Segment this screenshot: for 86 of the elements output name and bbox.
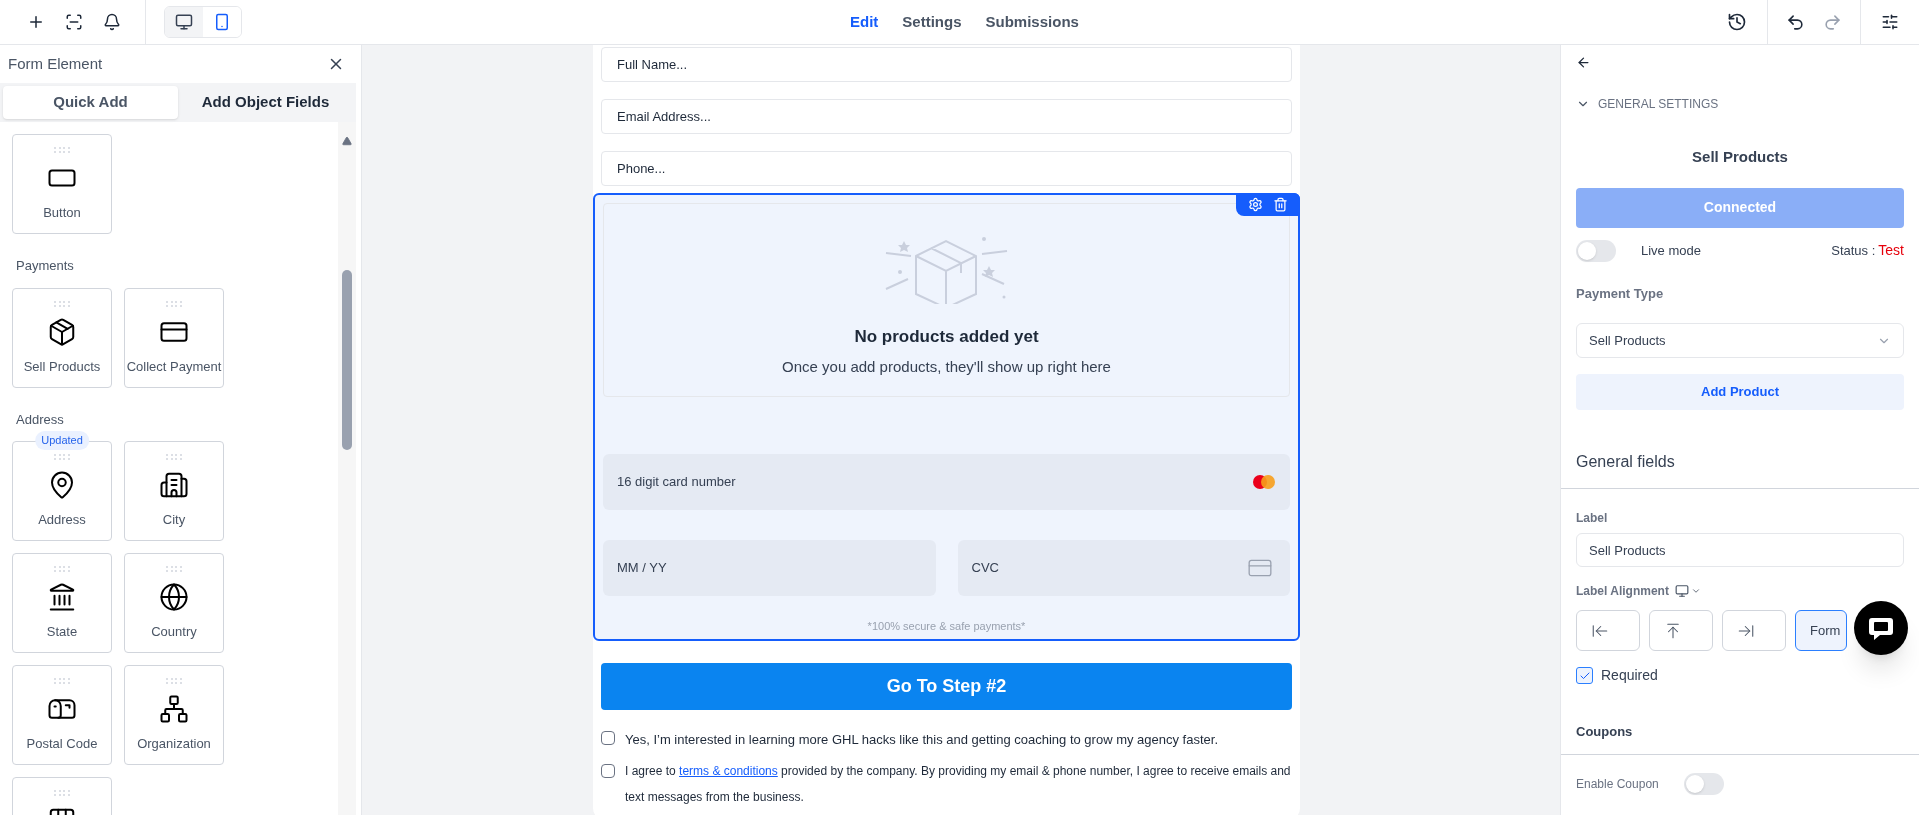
field-label: Label Alignment (1576, 583, 1669, 600)
monitor-icon (175, 13, 193, 31)
card-label: Sell Products (23, 357, 101, 376)
element-card[interactable]: City (124, 441, 224, 541)
input-field[interactable]: Phone... (601, 151, 1292, 186)
card-label: State (46, 623, 78, 641)
history-icon[interactable] (1727, 12, 1747, 32)
checkbox[interactable] (601, 764, 615, 778)
element-card[interactable]: Country (124, 553, 224, 653)
empty-title: No products added yet (854, 326, 1039, 348)
element-card[interactable]: Button (12, 134, 112, 234)
settings-icon[interactable] (1881, 13, 1899, 31)
section-title: General fields (1576, 452, 1676, 472)
scrollbar[interactable] (338, 122, 356, 815)
section-title: Payments (16, 257, 75, 275)
scroll-thumb[interactable] (342, 270, 352, 450)
card-number-field[interactable]: 16 digit card number (603, 454, 1290, 510)
org-chart-icon (159, 694, 189, 724)
section-title: Coupons (1576, 723, 1634, 741)
back-icon[interactable] (1576, 55, 1591, 70)
consent-text: I agree to terms & conditions provided by the company. By providing my email & phone number, I agree to receive emails and text messages from the business. (625, 763, 1292, 806)
input-field[interactable]: Full Name... (601, 47, 1292, 82)
payment-block[interactable]: No products added yet Once you add products, they'll show up right here 16 digit card number MM / YY CVC *100% secure & safe payments* (593, 193, 1300, 641)
checkbox[interactable] (1576, 667, 1593, 684)
expiry-field[interactable]: MM / YY (603, 540, 936, 596)
submit-button[interactable]: Go To Step #2 (601, 662, 1292, 710)
updated-badge: Updated (35, 431, 89, 450)
chat-bubble-button[interactable] (1854, 601, 1908, 655)
toggle-label: Enable Coupon (1576, 775, 1659, 793)
monitor-icon[interactable] (1674, 584, 1689, 598)
terms-link[interactable]: terms & conditions (679, 764, 778, 778)
element-card[interactable]: State (12, 553, 112, 653)
landmark-icon (47, 582, 77, 612)
nav-tab[interactable]: Settings (902, 10, 962, 34)
section-title: Address (16, 410, 65, 429)
card-brand-icon (1252, 474, 1276, 490)
checkbox-label: Required (1601, 666, 1658, 685)
smartphone-icon (213, 13, 231, 31)
card-label: City (162, 511, 186, 529)
box-icon (47, 316, 77, 347)
panel-tab[interactable]: Add Object Fields (178, 86, 353, 119)
cvc-field[interactable]: CVC (957, 540, 1290, 596)
toggle-label: Live mode (1641, 241, 1701, 260)
status-value: Test (1878, 241, 1904, 260)
toggle-switch[interactable] (1683, 772, 1724, 795)
label-input[interactable]: Sell Products (1576, 533, 1904, 567)
bell-icon[interactable] (103, 13, 121, 31)
element-card[interactable]: Postal Code (12, 665, 112, 765)
trash-icon[interactable] (1273, 197, 1288, 212)
alignment-text-button[interactable]: Form (1795, 610, 1847, 651)
checkbox[interactable] (601, 730, 615, 745)
secure-note: *100% secure & safe payments* (866, 619, 1027, 634)
desktop-view-button[interactable] (165, 7, 203, 37)
element-card[interactable]: Sell Products (12, 287, 112, 388)
panel-title: Form Element (8, 53, 103, 74)
chevron-down-icon[interactable] (1690, 586, 1701, 596)
toggle-switch[interactable] (1576, 239, 1616, 262)
card-label: Country (151, 623, 197, 641)
card-label: Address (38, 511, 86, 529)
card-label: Postal Code (26, 735, 98, 753)
empty-text: Once you add products, they'll show up right here (782, 356, 1111, 377)
globe-icon (159, 582, 189, 612)
card-label: Organization (137, 735, 211, 753)
undo-icon[interactable] (1786, 12, 1805, 32)
panel-tab[interactable]: Quick Add (3, 86, 178, 119)
building-icon (159, 470, 189, 500)
block-title: Sell Products (1691, 147, 1789, 167)
field-label: Payment Type (1576, 284, 1665, 303)
card-label: Button (43, 204, 81, 222)
nav-tab[interactable]: Submissions (985, 10, 1079, 34)
element-card[interactable]: Collect Payment (124, 287, 224, 388)
scan-icon[interactable] (65, 13, 83, 31)
input-field[interactable]: Email Address... (601, 99, 1292, 134)
add-product-button[interactable]: Add Product (1576, 374, 1904, 410)
field-label: Label (1576, 510, 1609, 527)
add-icon[interactable] (27, 13, 45, 31)
align-top-icon (1664, 621, 1682, 640)
consent-text: Yes, I’m interested in learning more GHL hacks like this and getting coaching to grow my agency faster. (625, 730, 1218, 749)
element-card[interactable]: Organization (124, 665, 224, 765)
redo-icon[interactable] (1823, 12, 1842, 32)
payment-type-select[interactable]: Sell Products (1576, 323, 1904, 358)
nav-tab[interactable]: Edit (850, 10, 879, 34)
card-label: Collect Payment (126, 357, 222, 376)
status-label: Status : (1831, 241, 1876, 260)
section-header[interactable]: GENERAL SETTINGS (1598, 95, 1719, 113)
scroll-up-icon[interactable] (341, 136, 353, 146)
